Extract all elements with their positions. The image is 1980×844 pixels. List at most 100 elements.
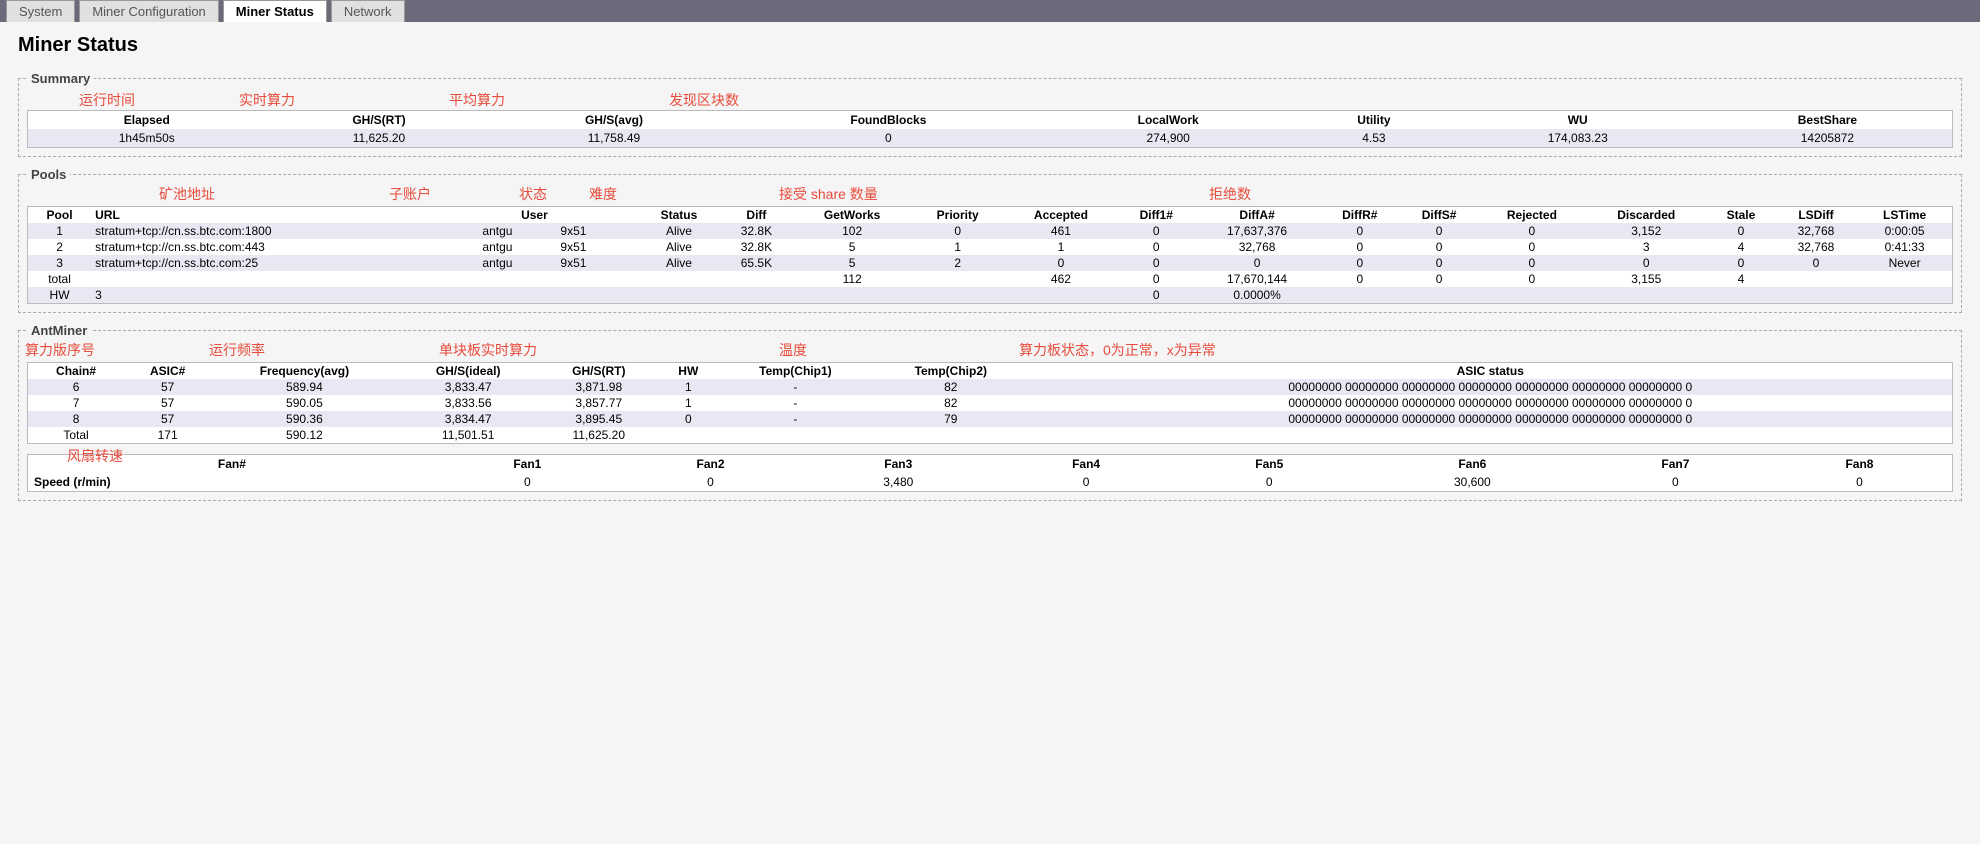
cell-diffa: 0.0000%	[1194, 287, 1319, 304]
cell-status	[638, 287, 720, 304]
cell-user: antgu 9x51	[431, 255, 638, 271]
cell-pool: HW	[28, 287, 92, 304]
th-hw: HW	[659, 363, 718, 380]
cell-ghs_rt: 3,895.45	[539, 411, 659, 427]
cell-rejected: 0	[1478, 239, 1585, 255]
th-wu: WU	[1453, 111, 1703, 130]
cell-discarded: 3,152	[1585, 223, 1707, 239]
page-title: Miner Status	[18, 34, 1962, 57]
pool-row-hw: HW300.0000%	[28, 287, 1953, 304]
th-found-blocks: FoundBlocks	[736, 111, 1042, 130]
cell-status	[638, 271, 720, 287]
cell-discarded: 3	[1585, 239, 1707, 255]
th-ghs-ideal: GH/S(ideal)	[398, 363, 539, 380]
cell-utility: 4.53	[1295, 129, 1452, 148]
th-best-share: BestShare	[1703, 111, 1953, 130]
antminer-row: 657589.943,833.473,871.981-8200000000 00…	[28, 379, 1953, 395]
cell-diffr: 0	[1320, 223, 1400, 239]
cell-freq: 590.12	[211, 427, 397, 444]
cell-pool: total	[28, 271, 92, 287]
th-diffr: DiffR#	[1320, 207, 1400, 224]
cell-hw: 1	[659, 379, 718, 395]
cell-lsdiff	[1775, 287, 1857, 304]
cell-freq: 590.05	[211, 395, 397, 411]
cell-rejected: 0	[1478, 271, 1585, 287]
tab-network[interactable]: Network	[331, 0, 405, 22]
cell-hw	[659, 427, 718, 444]
tab-miner-configuration[interactable]: Miner Configuration	[79, 0, 218, 22]
cell-lsdiff: 32,768	[1775, 223, 1857, 239]
th-asic-status: ASIC status	[1029, 363, 1953, 380]
cell-getworks: 5	[793, 255, 912, 271]
cell-fan6: 30,600	[1361, 473, 1584, 492]
th-accepted: Accepted	[1004, 207, 1118, 224]
cell-diff	[720, 287, 793, 304]
cell-priority	[912, 271, 1004, 287]
cell-pool: 2	[28, 239, 92, 255]
tab-miner-status[interactable]: Miner Status	[223, 0, 327, 22]
cell-temp2	[873, 427, 1028, 444]
cell-user	[431, 287, 638, 304]
cell-diff1: 0	[1118, 287, 1194, 304]
cell-pool: 1	[28, 223, 92, 239]
cell-status: Alive	[638, 223, 720, 239]
cell-rejected: 0	[1478, 223, 1585, 239]
cell-diffr: 0	[1320, 255, 1400, 271]
cell-lsdiff: 32,768	[1775, 239, 1857, 255]
cell-stale: 0	[1707, 223, 1775, 239]
cell-rejected: 0	[1478, 255, 1585, 271]
cell-status: Alive	[638, 239, 720, 255]
th-user: User	[431, 207, 638, 224]
cell-diffs: 0	[1400, 255, 1479, 271]
cell-temp1: -	[718, 379, 873, 395]
cell-chain: Total	[28, 427, 125, 444]
cell-chain: 7	[28, 395, 125, 411]
th-asic: ASIC#	[124, 363, 211, 380]
antminer-fieldset: AntMiner 算力版序号 运行频率 单块板实时算力 温度 算力板状态，0为正…	[18, 323, 1962, 501]
cell-hw: 0	[659, 411, 718, 427]
cell-diffs: 0	[1400, 271, 1479, 287]
cell-fan2: 0	[619, 473, 802, 492]
cell-diffr: 0	[1320, 271, 1400, 287]
cell-wu: 174,083.23	[1453, 129, 1703, 148]
cell-diffs: 0	[1400, 239, 1479, 255]
tab-system[interactable]: System	[6, 0, 75, 22]
cell-ghs_ideal: 3,833.56	[398, 395, 539, 411]
th-lsdiff: LSDiff	[1775, 207, 1857, 224]
antminer-row-total: Total171590.1211,501.5111,625.20	[28, 427, 1953, 444]
th-fan6: Fan6	[1361, 455, 1584, 474]
antminer-legend: AntMiner	[27, 323, 91, 338]
cell-priority: 0	[912, 223, 1004, 239]
th-fan8: Fan8	[1767, 455, 1953, 474]
cell-ghs_rt: 3,871.98	[539, 379, 659, 395]
cell-diffr: 0	[1320, 239, 1400, 255]
cell-priority: 2	[912, 255, 1004, 271]
cell-url	[91, 271, 431, 287]
cell-priority: 1	[912, 239, 1004, 255]
cell-url: stratum+tcp://cn.ss.btc.com:1800	[91, 223, 431, 239]
cell-diff1: 0	[1118, 223, 1194, 239]
cell-user: antgu 9x51	[431, 239, 638, 255]
th-stale: Stale	[1707, 207, 1775, 224]
cell-freq: 590.36	[211, 411, 397, 427]
th-elapsed: Elapsed	[28, 111, 266, 130]
cell-asic_status: 00000000 00000000 00000000 00000000 0000…	[1029, 379, 1953, 395]
th-chain: Chain#	[28, 363, 125, 380]
cell-diff1: 0	[1118, 255, 1194, 271]
th-url: URL	[91, 207, 431, 224]
cell-asic: 57	[124, 395, 211, 411]
cell-temp2: 82	[873, 379, 1028, 395]
th-temp2: Temp(Chip2)	[873, 363, 1028, 380]
pools-fieldset: Pools 矿池地址 子账户 状态 难度 接受 share 数量 拒绝数 Poo…	[18, 167, 1962, 313]
cell-fan3: 3,480	[802, 473, 994, 492]
cell-user	[431, 271, 638, 287]
cell-elapsed: 1h45m50s	[28, 129, 266, 148]
th-fan4: Fan4	[995, 455, 1178, 474]
cell-pool: 3	[28, 255, 92, 271]
cell-getworks: 112	[793, 271, 912, 287]
th-getworks: GetWorks	[793, 207, 912, 224]
cell-ghs_rt: 11,625.20	[539, 427, 659, 444]
cell-asic: 57	[124, 411, 211, 427]
cell-temp2: 79	[873, 411, 1028, 427]
antminer-row: 857590.363,834.473,895.450-7900000000 00…	[28, 411, 1953, 427]
